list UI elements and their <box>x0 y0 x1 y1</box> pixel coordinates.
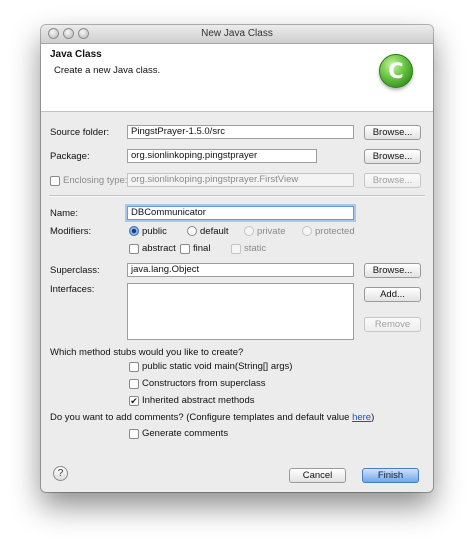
wizard-header: Java Class Create a new Java class. C <box>41 44 433 112</box>
modifier-final-checkbox[interactable] <box>180 244 190 254</box>
separator <box>49 195 425 197</box>
stub-constructors-label: Constructors from superclass <box>142 378 266 389</box>
comments-question: Do you want to add comments? (Configure … <box>50 412 374 423</box>
modifier-private-radio[interactable] <box>244 226 254 236</box>
package-input[interactable]: org.sionlinkoping.pingstprayer <box>127 149 317 163</box>
modifier-final-label: final <box>193 243 211 254</box>
modifier-protected-radio[interactable] <box>302 226 312 236</box>
title-bar: New Java Class <box>41 25 433 44</box>
interfaces-label: Interfaces: <box>50 284 95 295</box>
new-java-class-dialog: New Java Class Java Class Create a new J… <box>41 25 433 492</box>
modifier-static-checkbox[interactable] <box>231 244 241 254</box>
generate-comments-label: Generate comments <box>142 428 229 439</box>
interfaces-list[interactable] <box>127 283 354 340</box>
wizard-title: Java Class <box>50 49 102 60</box>
modifier-static-label: static <box>244 243 267 254</box>
browse-package-button[interactable]: Browse... <box>364 149 421 164</box>
method-stubs-question: Which method stubs would you like to cre… <box>50 347 244 358</box>
package-label: Package: <box>50 151 90 162</box>
generate-comments-checkbox[interactable] <box>129 429 139 439</box>
modifier-default-label: default <box>200 226 229 237</box>
enclosing-type-label: Enclosing type: <box>63 175 128 186</box>
comments-question-suffix: ) <box>371 412 375 423</box>
stub-main-label: public static void main(String[] args) <box>142 361 293 372</box>
wizard-description: Create a new Java class. <box>54 65 161 76</box>
java-class-wizard-icon: C <box>379 54 413 88</box>
source-folder-label: Source folder: <box>50 127 110 138</box>
configure-templates-link[interactable]: here <box>352 412 371 423</box>
modifier-protected-label: protected <box>315 226 355 237</box>
modifier-abstract-label: abstract <box>142 243 176 254</box>
superclass-label: Superclass: <box>50 265 100 276</box>
help-icon[interactable]: ? <box>53 466 68 481</box>
modifier-abstract-checkbox[interactable] <box>129 244 139 254</box>
window-title: New Java Class <box>201 28 273 39</box>
modifiers-label: Modifiers: <box>50 226 92 237</box>
finish-button[interactable]: Finish <box>362 468 419 483</box>
modifier-default-radio[interactable] <box>187 226 197 236</box>
modifier-public-radio[interactable] <box>129 226 139 236</box>
source-folder-input[interactable]: PingstPrayer-1.5.0/src <box>127 125 354 139</box>
class-name-input[interactable]: DBCommunicator <box>127 206 354 220</box>
logo-glyph: C <box>388 59 404 83</box>
stub-inherited-abstract-label: Inherited abstract methods <box>142 395 255 406</box>
comments-question-text: Do you want to add comments? (Configure … <box>50 412 353 423</box>
stub-constructors-checkbox[interactable] <box>129 379 139 389</box>
modifier-private-label: private <box>257 226 286 237</box>
enclosing-type-input[interactable]: org.sionlinkoping.pingstprayer.FirstView <box>127 173 354 187</box>
remove-interface-button[interactable]: Remove <box>364 317 421 332</box>
browse-superclass-button[interactable]: Browse... <box>364 263 421 278</box>
stub-main-checkbox[interactable] <box>129 362 139 372</box>
add-interface-button[interactable]: Add... <box>364 287 421 302</box>
superclass-input[interactable]: java.lang.Object <box>127 263 354 277</box>
class-name-label: Name: <box>50 208 78 219</box>
modifier-public-label: public <box>142 226 167 237</box>
browse-source-folder-button[interactable]: Browse... <box>364 125 421 140</box>
browse-enclosing-type-button[interactable]: Browse... <box>364 173 421 188</box>
cancel-button[interactable]: Cancel <box>289 468 346 483</box>
enclosing-type-checkbox[interactable] <box>50 176 60 186</box>
stub-inherited-abstract-checkbox[interactable]: ✔ <box>129 396 139 406</box>
